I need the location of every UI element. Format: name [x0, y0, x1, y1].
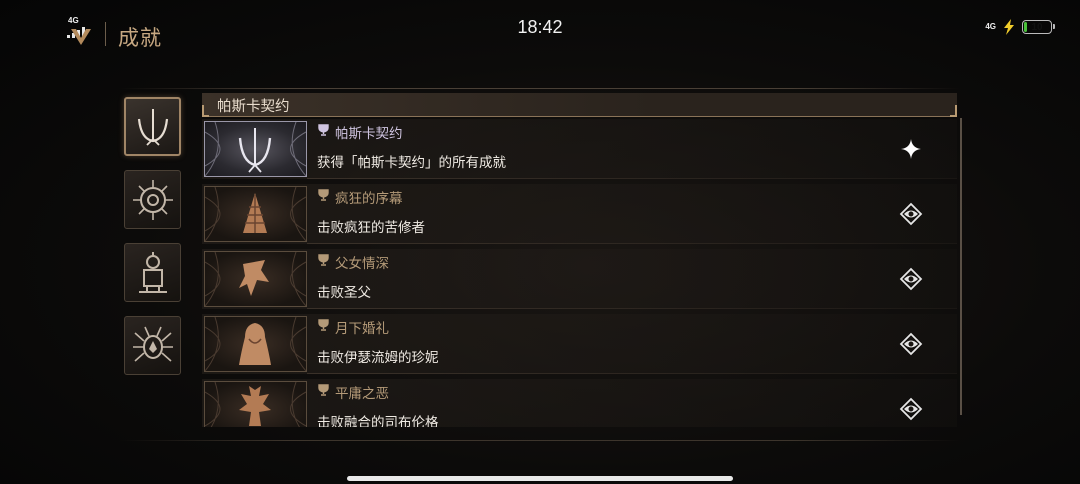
category-tab-tower[interactable] [124, 243, 181, 302]
pascal-pact-emblem-icon [205, 122, 306, 176]
achievement-title: 帕斯卡契约 [335, 126, 403, 142]
header-corner-left [202, 105, 209, 117]
battery-level: 10 [1031, 21, 1043, 33]
panel-top-line [120, 88, 960, 89]
locked-eye-emblem-icon [899, 202, 923, 226]
category-tab-compass[interactable] [124, 170, 181, 229]
locked-eye-emblem-icon [899, 267, 923, 291]
low-power-bolt-icon [1004, 19, 1014, 35]
achievement-row[interactable]: 疯狂的序幕 击败疯狂的苦修者 [202, 184, 957, 244]
row-separator [307, 308, 957, 309]
achievement-thumbnail [204, 316, 307, 372]
list-scrollbar[interactable] [960, 118, 962, 415]
locked-eye-emblem-icon [899, 397, 923, 421]
trophy-icon [318, 189, 329, 201]
trophy-icon [318, 124, 329, 136]
tower-sigil-icon [138, 251, 167, 293]
achievement-row[interactable]: 帕斯卡契约 获得「帕斯卡契约」的所有成就 [202, 119, 957, 179]
home-indicator[interactable] [347, 476, 733, 481]
trophy-icon [318, 254, 329, 266]
header-corner-right [950, 105, 957, 117]
game-logo-icon[interactable] [70, 28, 92, 46]
achievement-row[interactable]: 父女情深 击败圣父 [202, 249, 957, 309]
status-time: 18:42 [517, 17, 563, 37]
network-label-right: 4G [985, 22, 996, 31]
section-header: 帕斯卡契约 [202, 93, 957, 117]
achievement-thumbnail [204, 121, 307, 177]
battery-fill [1024, 22, 1027, 32]
category-tab-spider[interactable] [124, 316, 181, 375]
trophy-icon [318, 384, 329, 396]
penitent-boss-icon [205, 187, 306, 241]
achievement-description: 获得「帕斯卡契约」的所有成就 [317, 155, 506, 171]
row-separator [307, 178, 957, 179]
row-background [202, 314, 957, 374]
row-background [202, 249, 957, 309]
holy-father-boss-icon [205, 252, 306, 306]
row-background [202, 379, 957, 427]
achievement-row[interactable]: 月下婚礼 击败伊瑟流姆的珍妮 [202, 314, 957, 374]
achievement-row[interactable]: 平庸之恶 击败融合的司布伦格 [202, 379, 957, 427]
status-right: 4G 10 [985, 18, 1055, 36]
spider-sigil-icon [132, 326, 173, 362]
achievement-description: 击败圣父 [317, 285, 371, 301]
achievement-title: 月下婚礼 [335, 321, 389, 337]
achievement-thumbnail [204, 251, 307, 307]
achievement-title: 平庸之恶 [335, 386, 389, 402]
category-tab-pascal-pact[interactable] [124, 97, 181, 156]
veiled-bride-boss-icon [205, 317, 306, 371]
achievement-description: 击败疯狂的苦修者 [317, 220, 425, 236]
achievement-thumbnail [204, 186, 307, 242]
locked-eye-emblem-icon [899, 332, 923, 356]
trophy-icon [318, 319, 329, 331]
panel-bottom-line [120, 440, 960, 441]
achievement-description: 击败伊瑟流姆的珍妮 [317, 350, 439, 366]
fused-beast-boss-icon [205, 382, 306, 427]
achievement-thumbnail [204, 381, 307, 427]
row-background [202, 119, 957, 179]
pascal-pact-emblem-icon [137, 108, 168, 146]
row-separator [307, 373, 957, 374]
section-title: 帕斯卡契约 [217, 99, 290, 115]
achievement-title: 疯狂的序幕 [335, 191, 403, 207]
row-separator [307, 243, 957, 244]
achievement-title: 父女情深 [335, 256, 389, 272]
compass-sigil-icon [132, 179, 173, 220]
page-title: 成就 [118, 26, 162, 50]
battery-icon: 10 [1022, 20, 1055, 34]
achievement-description: 击败融合的司布伦格 [317, 415, 439, 427]
row-background [202, 184, 957, 244]
header-divider [105, 22, 106, 46]
sparkle-star-icon [901, 139, 921, 159]
